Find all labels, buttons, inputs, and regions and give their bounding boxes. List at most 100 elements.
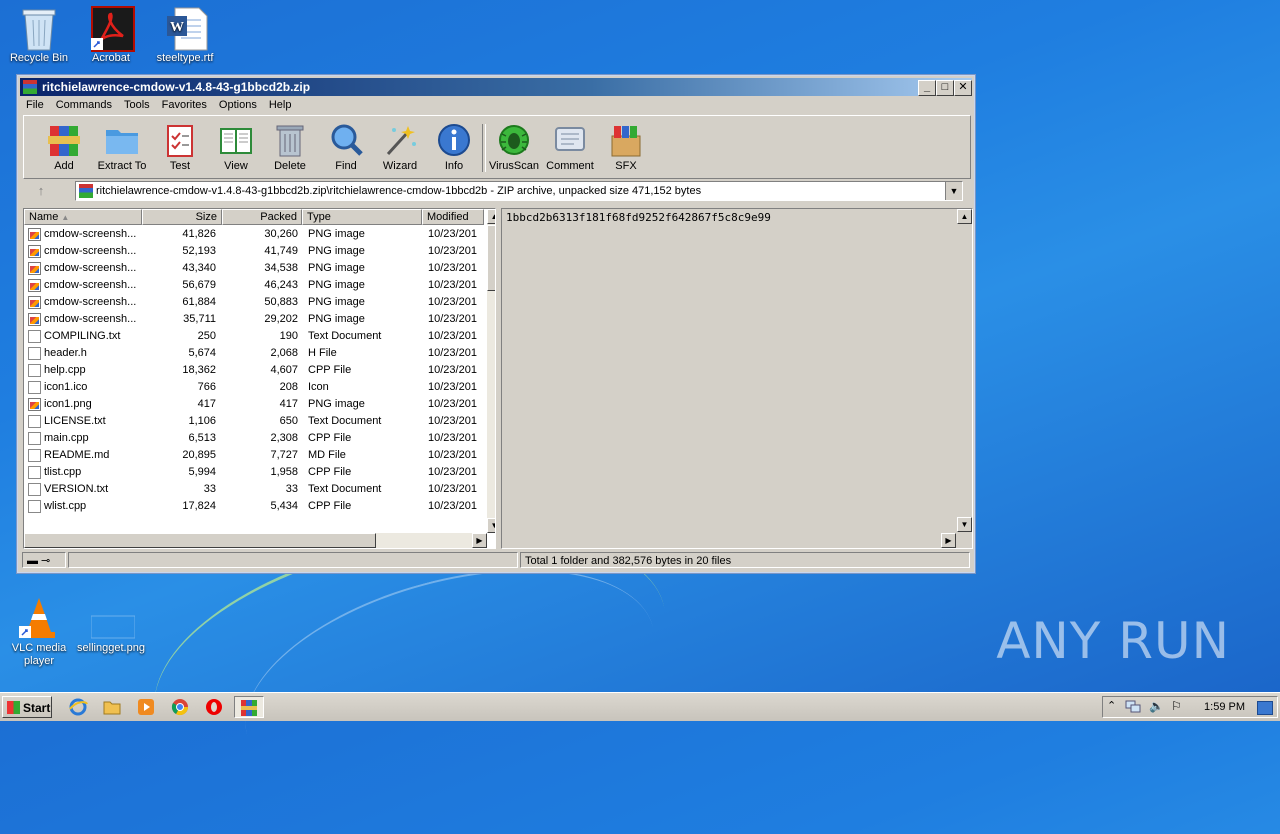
column-modified[interactable]: Modified: [422, 209, 484, 225]
info-button[interactable]: Info: [426, 120, 482, 172]
comment-scroll-right-button[interactable]: ▶: [941, 533, 956, 548]
minimize-button[interactable]: _: [918, 80, 936, 96]
scroll-right-button[interactable]: ▶: [472, 533, 487, 548]
status-summary: Total 1 folder and 382,576 bytes in 20 f…: [520, 552, 970, 568]
comment-scroll-up-button[interactable]: ▲: [957, 209, 972, 224]
comment-button[interactable]: Comment: [542, 120, 598, 172]
menu-options[interactable]: Options: [213, 97, 263, 113]
table-row[interactable]: README.md 20,895 7,727 MD File 10/23/201: [24, 447, 484, 464]
scroll-thumb[interactable]: [487, 225, 495, 291]
word-document-icon: W: [165, 6, 208, 51]
delete-button[interactable]: Delete: [262, 120, 318, 172]
file-type: PNG image: [308, 245, 365, 257]
network-icon[interactable]: [1125, 700, 1141, 717]
file-size: 766: [197, 381, 216, 393]
menu-tools[interactable]: Tools: [118, 97, 156, 113]
clock[interactable]: 1:59 PM: [1204, 697, 1245, 717]
show-desktop-icon[interactable]: [1257, 701, 1273, 715]
scroll-down-button[interactable]: ▼: [487, 518, 495, 533]
file-name: COMPILING.txt: [44, 330, 121, 342]
document-file-icon: [28, 449, 41, 462]
view-button[interactable]: View: [208, 120, 264, 172]
maximize-button[interactable]: □: [936, 80, 954, 96]
wizard-label: Wizard: [382, 160, 418, 172]
file-modified: 10/23/201: [428, 500, 477, 512]
file-modified: 10/23/201: [428, 330, 477, 342]
address-field[interactable]: ritchielawrence-cmdow-v1.4.8-43-g1bbcd2b…: [75, 181, 963, 201]
explorer-folder-icon[interactable]: [102, 697, 124, 717]
archive-comment-pane[interactable]: 1bbcd2b6313f181f68fd9252f642867f5c8c9e99…: [501, 208, 973, 549]
address-path: ritchielawrence-cmdow-v1.4.8-43-g1bbcd2b…: [96, 185, 702, 197]
desktop-icon-vlc[interactable]: VLC media player: [0, 596, 78, 668]
comment-scroll-down-button[interactable]: ▼: [957, 517, 972, 532]
file-type: CPP File: [308, 432, 352, 444]
h-scroll-thumb[interactable]: [24, 533, 376, 548]
add-button[interactable]: Add: [36, 120, 92, 172]
desktop-icon-recycle-bin[interactable]: Recycle Bin: [0, 6, 78, 64]
ie-icon[interactable]: [68, 697, 90, 717]
media-player-icon[interactable]: [136, 697, 158, 717]
column-type[interactable]: Type: [302, 209, 422, 225]
test-clipboard-icon: [162, 122, 198, 158]
table-row[interactable]: cmdow-screensh... 56,679 46,243 PNG image 10…: [24, 277, 484, 294]
table-row[interactable]: header.h 5,674 2,068 H File 10/23/201: [24, 345, 484, 362]
table-row[interactable]: wlist.cpp 17,824 5,434 CPP File 10/23/201: [24, 498, 484, 515]
table-row[interactable]: COMPILING.txt 250 190 Text Document 10/23/20…: [24, 328, 484, 345]
test-button[interactable]: Test: [152, 120, 208, 172]
address-dropdown-button[interactable]: ▼: [945, 182, 962, 200]
column-packed[interactable]: Packed: [222, 209, 302, 225]
up-folder-button[interactable]: ↑: [29, 183, 53, 199]
file-type: Text Document: [308, 483, 382, 495]
desktop-icon-steeltype[interactable]: W steeltype.rtf: [146, 6, 224, 64]
desktop-icon-acrobat[interactable]: Acrobat: [72, 6, 150, 64]
title-bar[interactable]: ritchielawrence-cmdow-v1.4.8-43-g1bbcd2b…: [20, 78, 972, 96]
wizard-wand-icon: [382, 122, 418, 158]
table-row[interactable]: cmdow-screensh... 43,340 34,538 PNG image 10…: [24, 260, 484, 277]
table-row[interactable]: cmdow-screensh... 52,193 41,749 PNG image 10…: [24, 243, 484, 260]
volume-icon[interactable]: 🔈: [1149, 699, 1164, 713]
table-row[interactable]: VERSION.txt 33 33 Text Document 10/23/201: [24, 481, 484, 498]
table-row[interactable]: main.cpp 6,513 2,308 CPP File 10/23/201: [24, 430, 484, 447]
table-row[interactable]: cmdow-screensh... 61,884 50,883 PNG image 10…: [24, 294, 484, 311]
winrar-taskbar-button[interactable]: [234, 696, 264, 718]
drive-icon: ▬ ⊸: [27, 555, 51, 567]
chrome-icon[interactable]: [170, 697, 192, 717]
menu-commands[interactable]: Commands: [50, 97, 118, 113]
status-bar: ▬ ⊸ Total 1 folder and 382,576 bytes in …: [20, 551, 970, 569]
find-button[interactable]: Find: [318, 120, 374, 172]
file-size: 61,884: [182, 296, 216, 308]
file-list-vertical-scrollbar[interactable]: ▲ ▼: [487, 209, 495, 533]
table-row[interactable]: LICENSE.txt 1,106 650 Text Document 10/23/20…: [24, 413, 484, 430]
sfx-box-icon: [608, 122, 644, 158]
table-row[interactable]: help.cpp 18,362 4,607 CPP File 10/23/201: [24, 362, 484, 379]
table-row[interactable]: tlist.cpp 5,994 1,958 CPP File 10/23/201: [24, 464, 484, 481]
sfx-button[interactable]: SFX: [598, 120, 654, 172]
scroll-up-button[interactable]: ▲: [487, 209, 495, 224]
archive-icon: [79, 184, 93, 198]
file-modified: 10/23/201: [428, 381, 477, 393]
wizard-button[interactable]: Wizard: [372, 120, 428, 172]
window-title: ritchielawrence-cmdow-v1.4.8-43-g1bbcd2b…: [42, 80, 311, 94]
winrar-icon: [241, 700, 257, 716]
menu-file[interactable]: File: [20, 97, 50, 113]
table-row[interactable]: cmdow-screensh... 35,711 29,202 PNG image 10…: [24, 311, 484, 328]
column-size[interactable]: Size: [142, 209, 222, 225]
extract-to-button[interactable]: Extract To: [90, 120, 154, 172]
document-file-icon: [28, 466, 41, 479]
opera-icon[interactable]: [204, 697, 226, 717]
show-hidden-icons-chevron-icon[interactable]: ⌃: [1107, 699, 1116, 712]
close-button[interactable]: ✕: [954, 80, 972, 96]
action-center-flag-icon[interactable]: ⚐: [1171, 699, 1182, 713]
document-file-icon: [28, 330, 41, 343]
menu-help[interactable]: Help: [263, 97, 298, 113]
file-name: cmdow-screensh...: [44, 245, 137, 257]
start-button[interactable]: Start: [2, 696, 52, 718]
column-name[interactable]: Name ▲: [24, 209, 142, 225]
menu-favorites[interactable]: Favorites: [156, 97, 213, 113]
table-row[interactable]: cmdow-screensh... 41,826 30,260 PNG image 10…: [24, 226, 484, 243]
file-list-horizontal-scrollbar[interactable]: ▶: [24, 533, 487, 548]
table-row[interactable]: icon1.ico 766 208 Icon 10/23/201: [24, 379, 484, 396]
table-row[interactable]: icon1.png 417 417 PNG image 10/23/201: [24, 396, 484, 413]
desktop-icon-sellingget[interactable]: sellingget.png: [72, 596, 150, 654]
virusscan-button[interactable]: VirusScan: [486, 120, 542, 172]
